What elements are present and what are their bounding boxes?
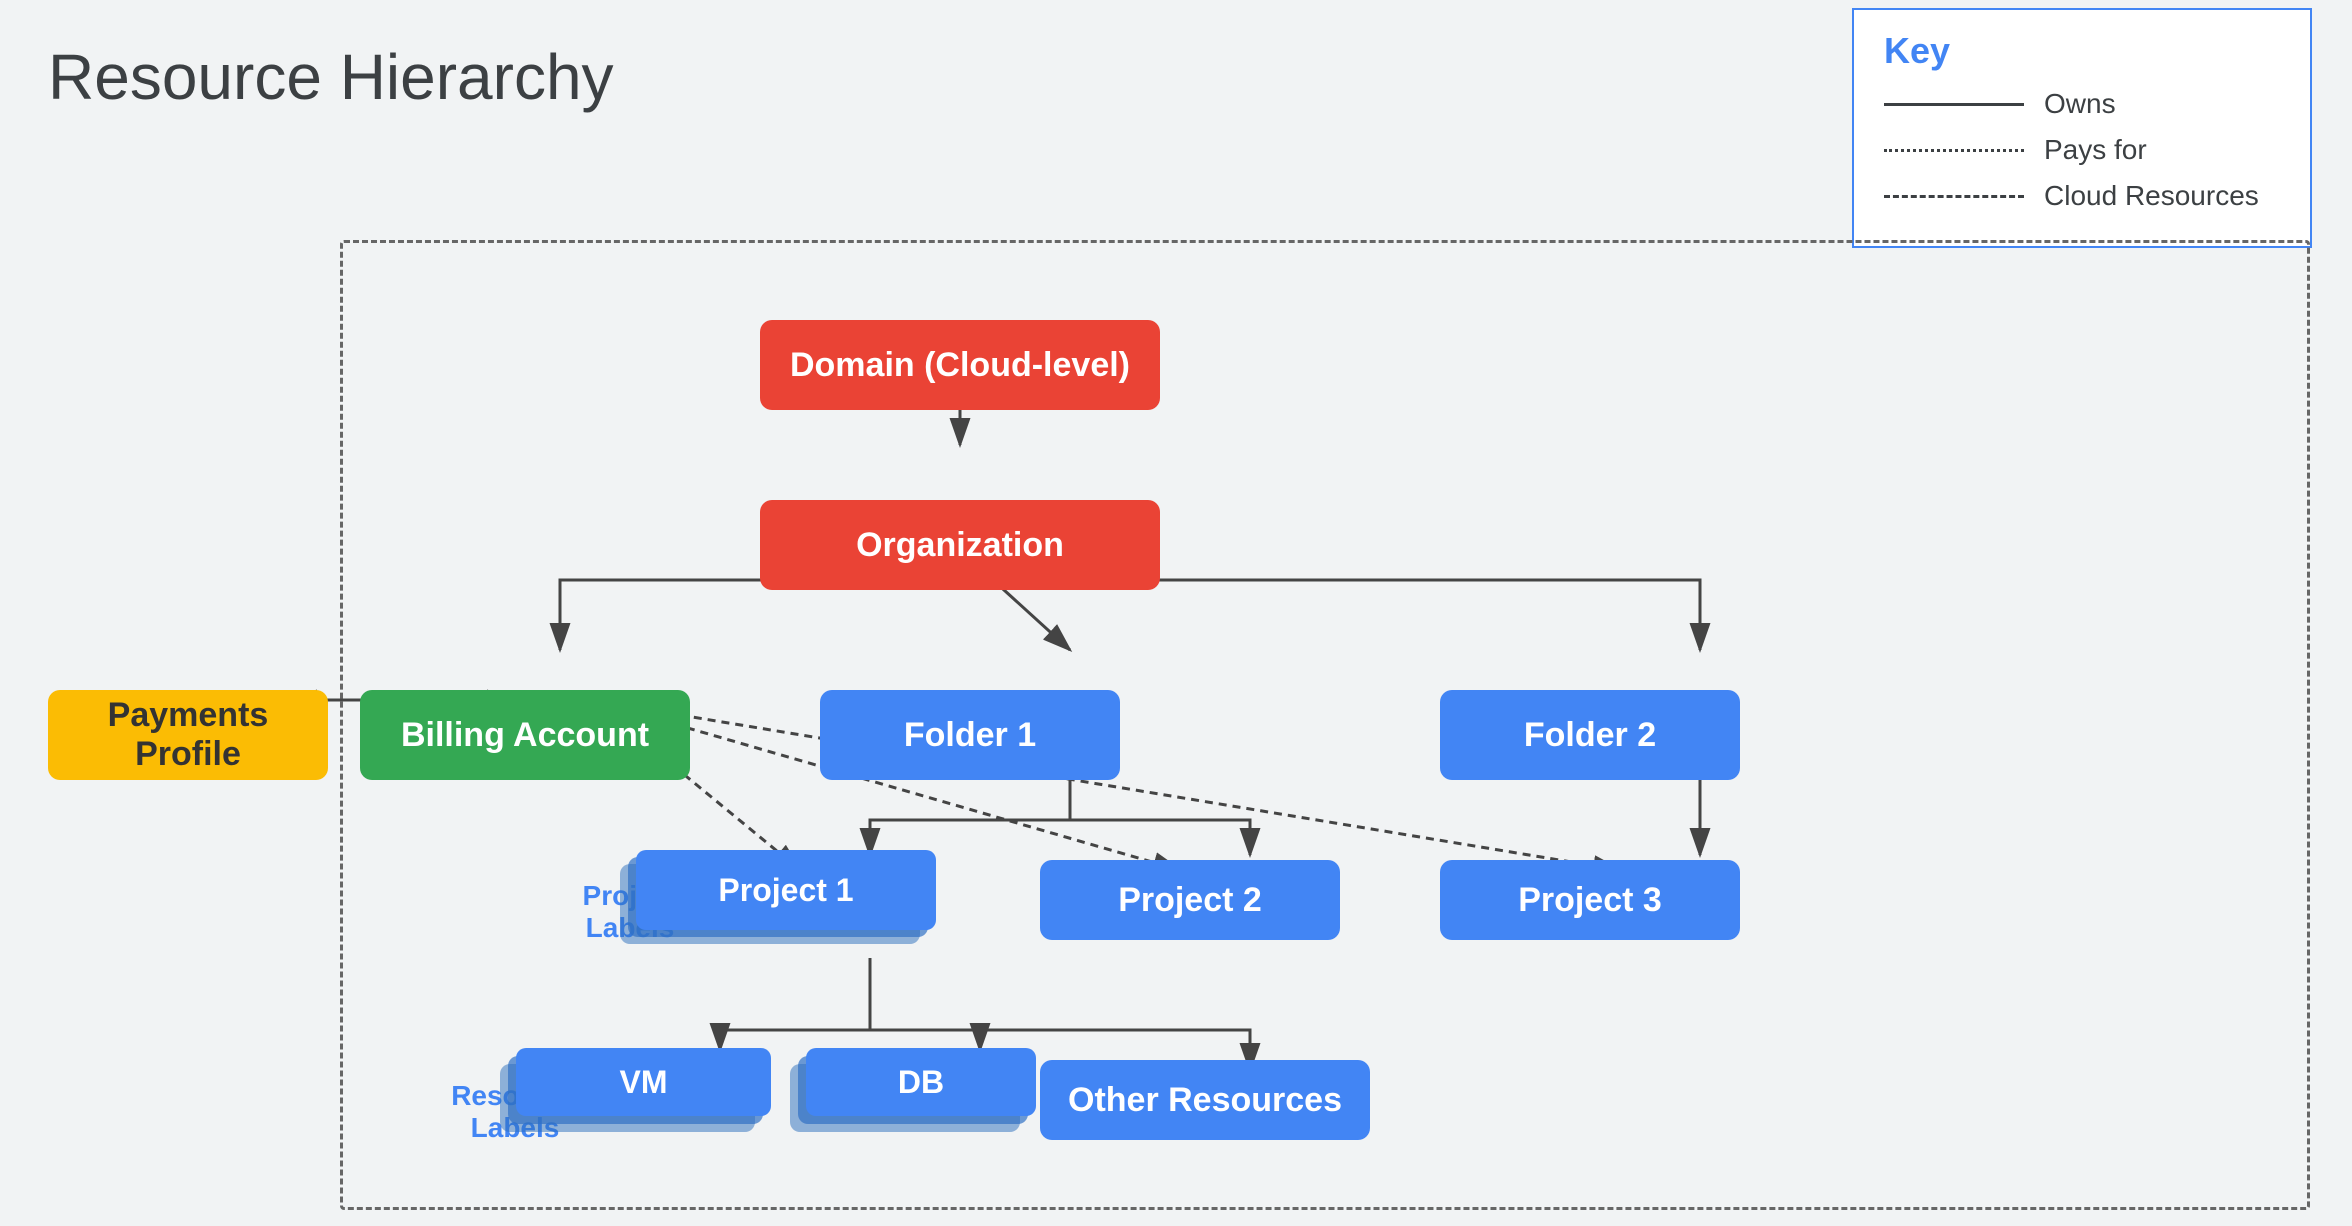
payments-profile-node: Payments Profile (48, 690, 328, 780)
organization-node: Organization (760, 500, 1160, 590)
diagram: Domain (Cloud-level) Organization Billin… (0, 160, 2352, 1226)
project1-stack: Project 1 (620, 850, 950, 950)
billing-account-node: Billing Account (360, 690, 690, 780)
vm-stack: VM (500, 1048, 780, 1143)
owns-line-icon (1884, 103, 2024, 106)
pays-line-icon (1884, 149, 2024, 152)
key-title: Key (1884, 30, 2280, 72)
project3-node: Project 3 (1440, 860, 1740, 940)
domain-node: Domain (Cloud-level) (760, 320, 1160, 410)
folder2-node: Folder 2 (1440, 690, 1740, 780)
db-stack: DB (790, 1048, 1040, 1143)
other-resources-node: Other Resources (1040, 1060, 1370, 1140)
page-title: Resource Hierarchy (48, 40, 614, 114)
key-item-owns: Owns (1884, 88, 2280, 120)
owns-label: Owns (2044, 88, 2116, 120)
project2-node: Project 2 (1040, 860, 1340, 940)
folder1-node: Folder 1 (820, 690, 1120, 780)
